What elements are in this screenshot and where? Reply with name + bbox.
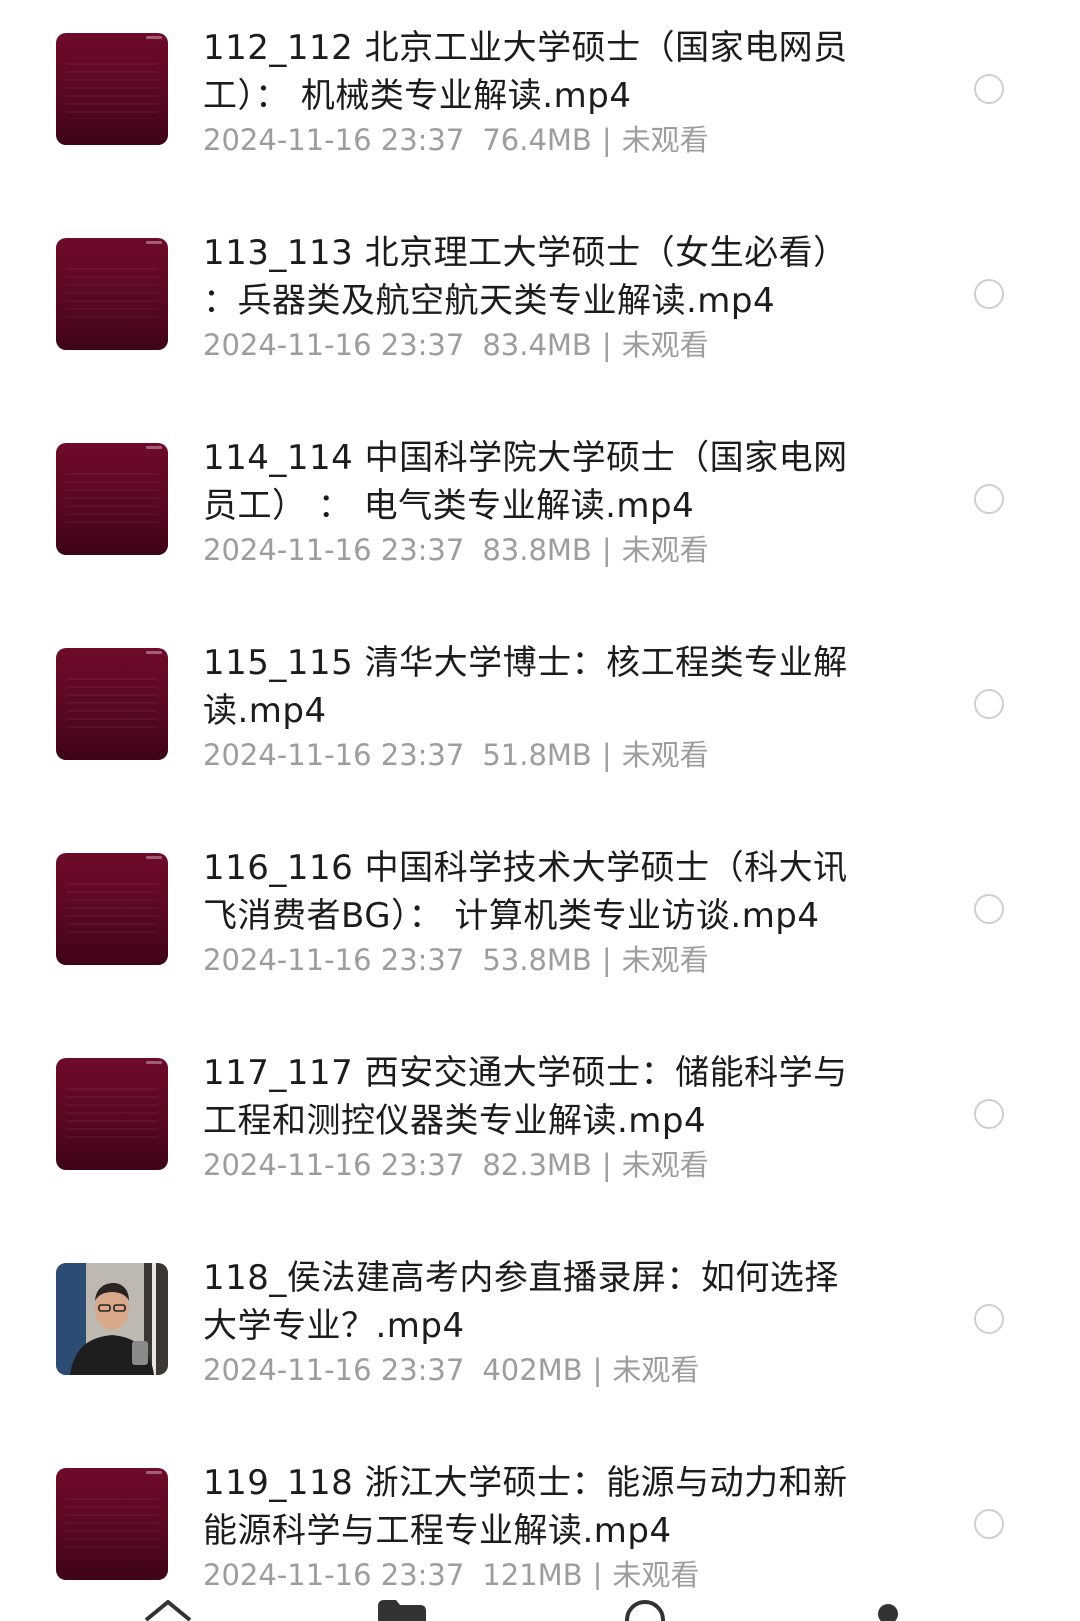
watch-status: 未观看 xyxy=(621,123,709,157)
file-size: 83.8MB xyxy=(482,533,592,567)
select-radio[interactable] xyxy=(974,74,1004,104)
thumbnail-texture xyxy=(66,678,158,728)
watch-status: 未观看 xyxy=(621,738,709,772)
file-title: 116_116 中国科学技术大学硕士（科大讯 飞消费者BG）： 计算机类专业访谈… xyxy=(203,848,848,936)
file-meta: 2024-11-16 23:37 402MB | 未观看 xyxy=(203,1350,699,1390)
select-radio[interactable] xyxy=(974,689,1004,719)
file-date: 2024-11-16 23:37 xyxy=(203,328,465,362)
thumbnail-watermark xyxy=(146,856,162,859)
search-icon[interactable] xyxy=(615,1590,675,1621)
file-size: 83.4MB xyxy=(482,328,592,362)
home-icon[interactable] xyxy=(138,1590,198,1621)
thumbnail-watermark xyxy=(146,446,162,449)
file-meta: 2024-11-16 23:37 121MB | 未观看 xyxy=(203,1555,699,1590)
file-title: 117_117 西安交通大学硕士：储能科学与 工程和测控仪器类专业解读.mp4 xyxy=(203,1053,848,1141)
file-meta: 2024-11-16 23:37 83.4MB | 未观看 xyxy=(203,325,709,365)
video-thumbnail[interactable] xyxy=(56,33,168,145)
video-thumbnail[interactable] xyxy=(56,853,168,965)
file-row-4[interactable]: 116_116 中国科学技术大学硕士（科大讯 飞消费者BG）： 计算机类专业访谈… xyxy=(0,820,1080,1025)
select-radio[interactable] xyxy=(974,1099,1004,1129)
file-row-7[interactable]: 119_118 浙江大学硕士：能源与动力和新 能源科学与工程专业解读.mp4 2… xyxy=(0,1435,1080,1590)
thumbnail-texture xyxy=(66,1088,158,1138)
file-meta: 2024-11-16 23:37 53.8MB | 未观看 xyxy=(203,940,709,980)
file-title: 114_114 中国科学院大学硕士（国家电网 员工） ： 电气类专业解读.mp4 xyxy=(203,438,848,526)
thumbnail-watermark xyxy=(146,241,162,244)
select-radio[interactable] xyxy=(974,279,1004,309)
file-row-1[interactable]: 113_113 北京理工大学硕士（女生必看） ：兵器类及航空航天类专业解读.mp… xyxy=(0,205,1080,410)
file-date: 2024-11-16 23:37 xyxy=(203,943,465,977)
file-meta: 2024-11-16 23:37 51.8MB | 未观看 xyxy=(203,735,709,775)
select-radio[interactable] xyxy=(974,1509,1004,1539)
watch-status: 未观看 xyxy=(621,328,709,362)
thumbnail-watermark xyxy=(146,36,162,39)
thumbnail-texture xyxy=(66,473,158,523)
file-row-2[interactable]: 114_114 中国科学院大学硕士（国家电网 员工） ： 电气类专业解读.mp4… xyxy=(0,410,1080,615)
video-thumbnail[interactable] xyxy=(56,1468,168,1580)
file-date: 2024-11-16 23:37 xyxy=(203,533,465,567)
watch-status: 未观看 xyxy=(621,533,709,567)
meta-separator: | xyxy=(601,1148,612,1182)
profile-icon[interactable] xyxy=(858,1590,918,1621)
video-thumbnail[interactable] xyxy=(56,1263,168,1375)
watch-status: 未观看 xyxy=(621,1148,709,1182)
thumbnail-watermark xyxy=(146,1061,162,1064)
file-meta: 2024-11-16 23:37 82.3MB | 未观看 xyxy=(203,1145,709,1185)
file-size: 82.3MB xyxy=(482,1148,592,1182)
file-row-3[interactable]: 115_115 清华大学博士：核工程类专业解 读.mp4 2024-11-16 … xyxy=(0,615,1080,820)
bottom-navigation-bar xyxy=(0,1590,1080,1621)
file-date: 2024-11-16 23:37 xyxy=(203,738,465,772)
file-title: 118_侯法建高考内参直播录屏：如何选择 大学专业？.mp4 xyxy=(203,1258,839,1346)
file-date: 2024-11-16 23:37 xyxy=(203,1148,465,1182)
file-meta: 2024-11-16 23:37 83.8MB | 未观看 xyxy=(203,530,709,570)
file-meta: 2024-11-16 23:37 76.4MB | 未观看 xyxy=(203,120,709,160)
file-date: 2024-11-16 23:37 xyxy=(203,123,465,157)
file-row-6[interactable]: 118_侯法建高考内参直播录屏：如何选择 大学专业？.mp4 2024-11-1… xyxy=(0,1230,1080,1435)
presenter-thumbnail-image xyxy=(56,1263,168,1375)
thumbnail-watermark xyxy=(146,1471,162,1474)
video-thumbnail[interactable] xyxy=(56,1058,168,1170)
thumbnail-texture xyxy=(66,1498,158,1548)
file-date: 2024-11-16 23:37 xyxy=(203,1558,465,1590)
watch-status: 未观看 xyxy=(621,943,709,977)
video-thumbnail[interactable] xyxy=(56,443,168,555)
watch-status: 未观看 xyxy=(612,1353,700,1387)
thumbnail-texture xyxy=(66,883,158,933)
file-title: 115_115 清华大学博士：核工程类专业解 读.mp4 xyxy=(203,643,848,731)
file-title: 112_112 北京工业大学硕士（国家电网员 工）： 机械类专业解读.mp4 xyxy=(203,28,848,116)
meta-separator: | xyxy=(601,943,612,977)
meta-separator: | xyxy=(601,123,612,157)
meta-separator: | xyxy=(592,1558,603,1590)
select-radio[interactable] xyxy=(974,894,1004,924)
file-row-0[interactable]: 112_112 北京工业大学硕士（国家电网员 工）： 机械类专业解读.mp4 2… xyxy=(0,0,1080,205)
file-size: 402MB xyxy=(482,1353,583,1387)
select-radio[interactable] xyxy=(974,484,1004,514)
file-title: 113_113 北京理工大学硕士（女生必看） ：兵器类及航空航天类专业解读.mp… xyxy=(203,233,848,321)
meta-separator: | xyxy=(601,328,612,362)
select-radio[interactable] xyxy=(974,1304,1004,1334)
thumbnail-texture xyxy=(66,268,158,318)
file-title: 119_118 浙江大学硕士：能源与动力和新 能源科学与工程专业解读.mp4 xyxy=(203,1463,848,1551)
watch-status: 未观看 xyxy=(612,1558,700,1590)
file-list: 112_112 北京工业大学硕士（国家电网员 工）： 机械类专业解读.mp4 2… xyxy=(0,0,1080,1590)
file-size: 53.8MB xyxy=(482,943,592,977)
file-size: 51.8MB xyxy=(482,738,592,772)
meta-separator: | xyxy=(601,738,612,772)
meta-separator: | xyxy=(601,533,612,567)
thumbnail-watermark xyxy=(146,651,162,654)
file-date: 2024-11-16 23:37 xyxy=(203,1353,465,1387)
file-size: 121MB xyxy=(482,1558,583,1590)
meta-separator: | xyxy=(592,1353,603,1387)
thumbnail-texture xyxy=(66,63,158,113)
file-size: 76.4MB xyxy=(482,123,592,157)
file-row-5[interactable]: 117_117 西安交通大学硕士：储能科学与 工程和测控仪器类专业解读.mp4 … xyxy=(0,1025,1080,1230)
video-thumbnail[interactable] xyxy=(56,238,168,350)
video-thumbnail[interactable] xyxy=(56,648,168,760)
folder-icon[interactable] xyxy=(372,1590,432,1621)
